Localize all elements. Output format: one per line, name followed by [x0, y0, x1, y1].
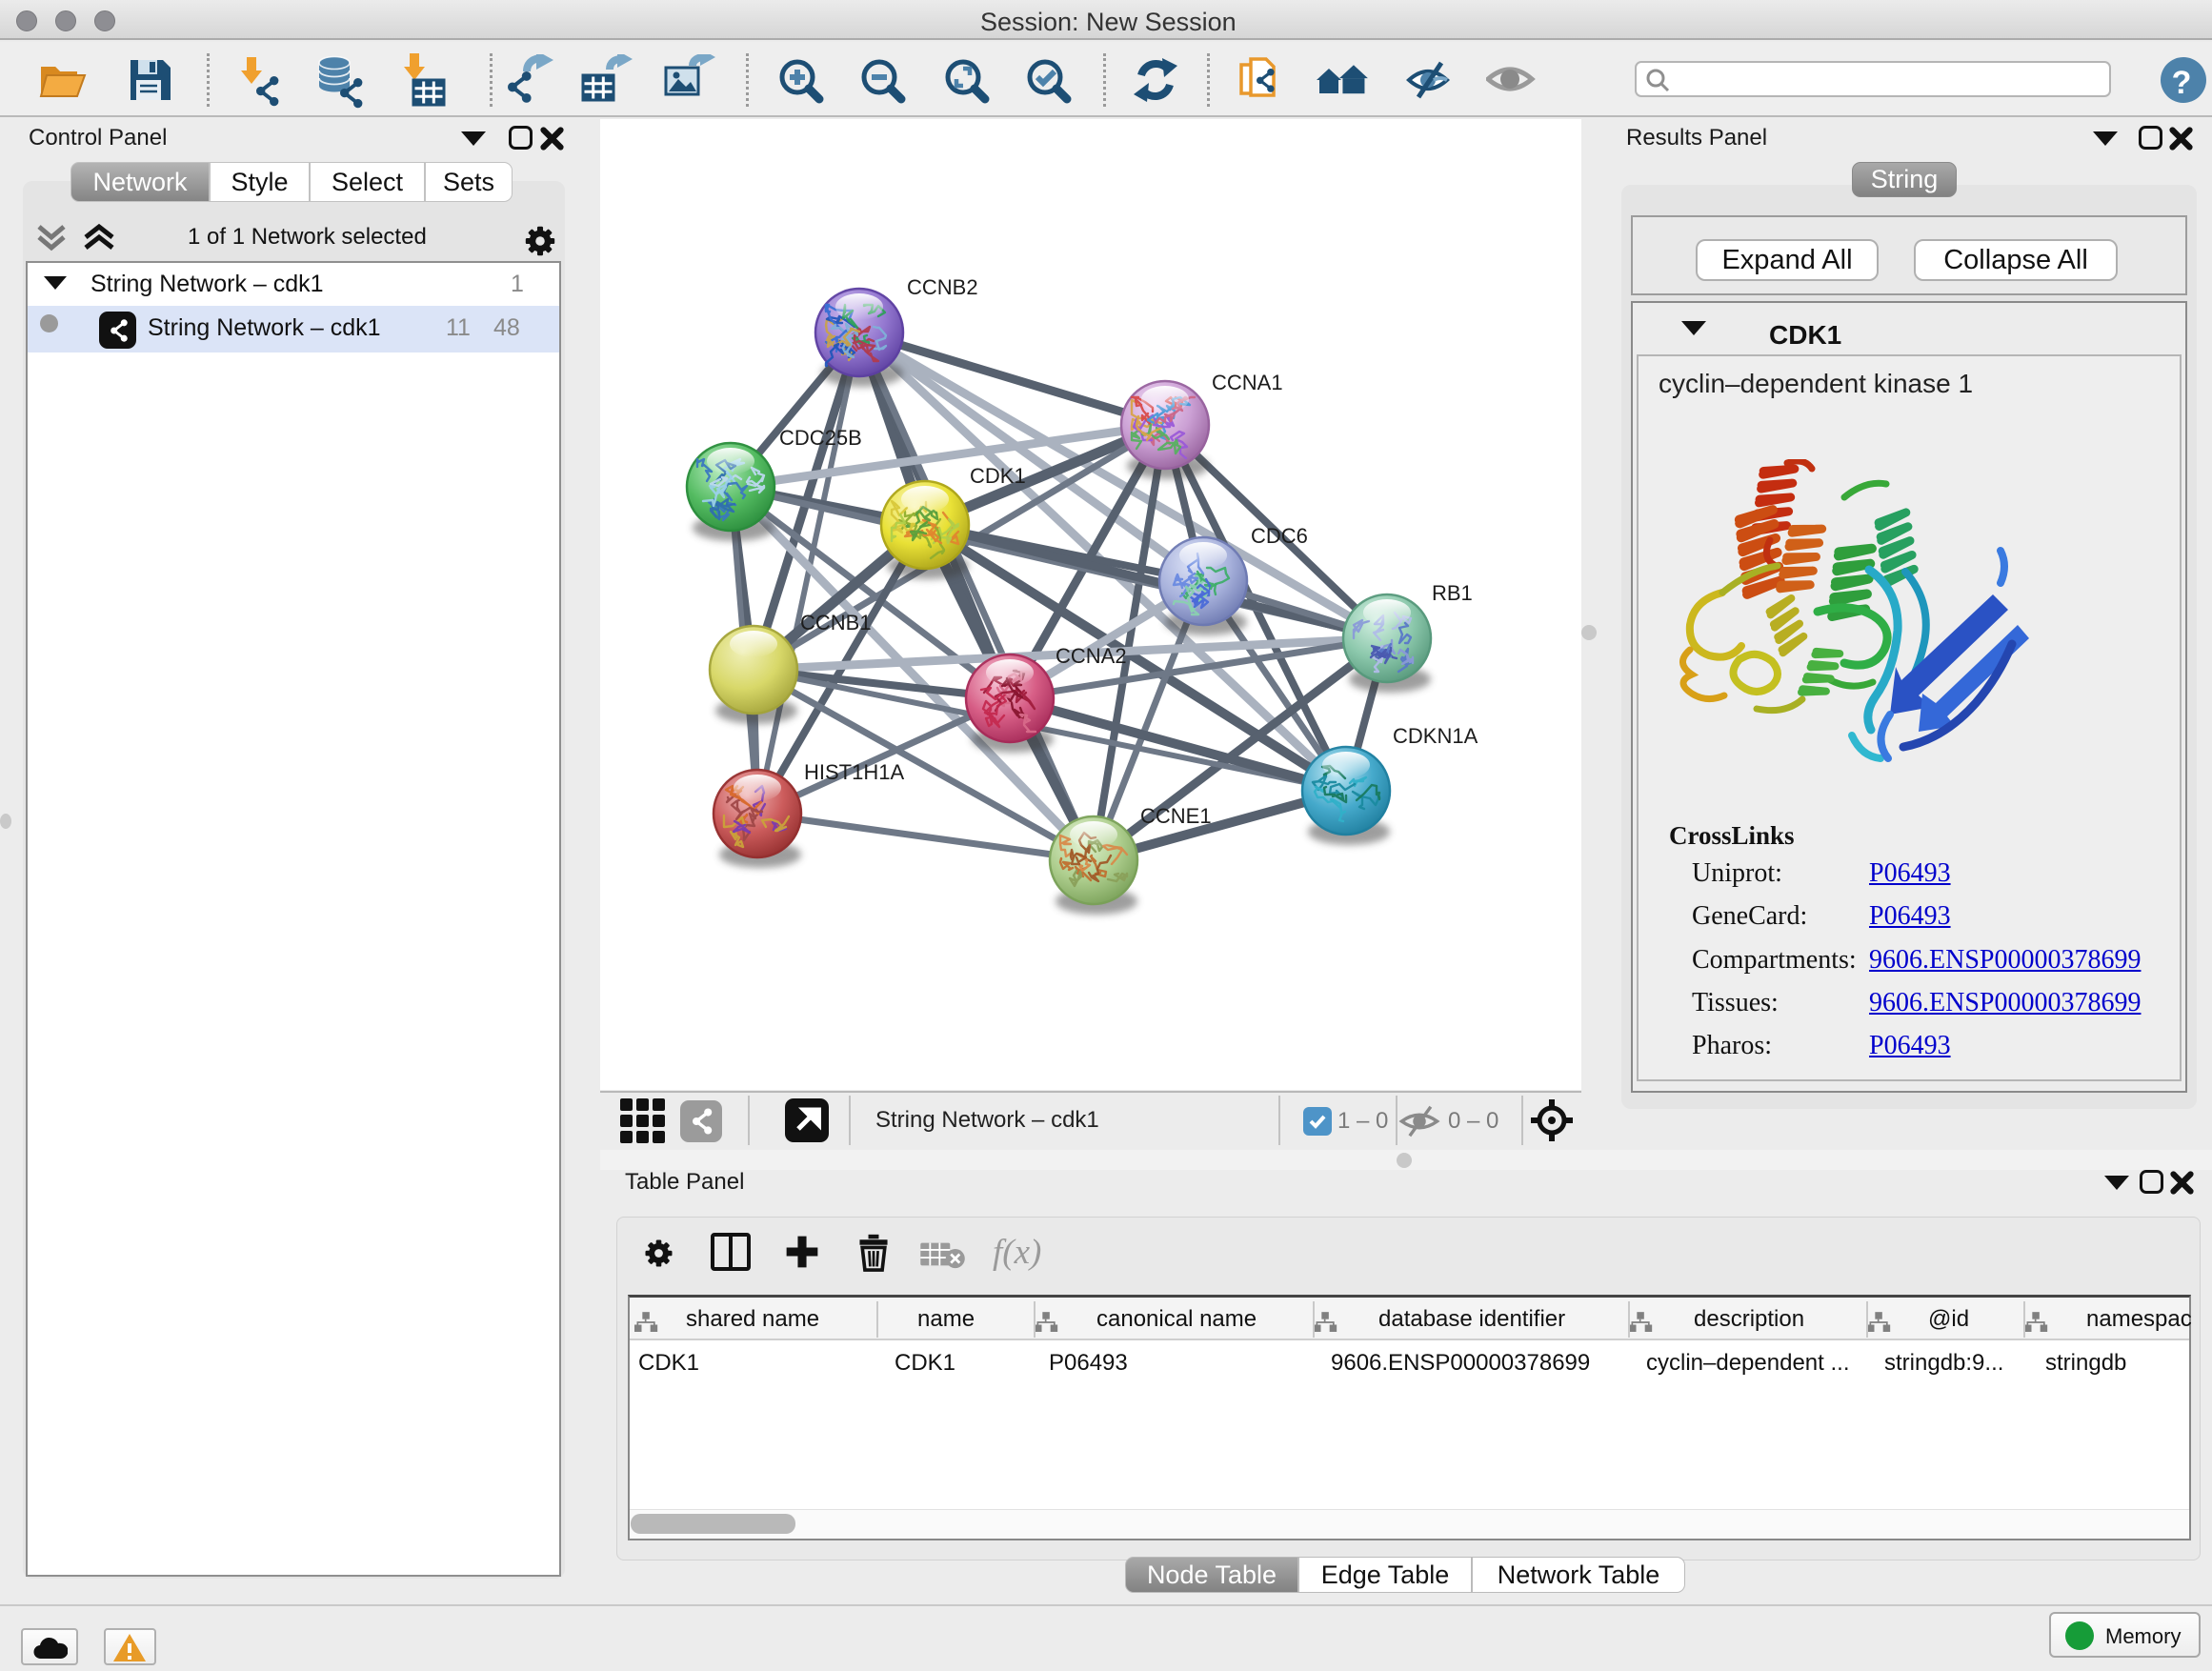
svg-text:CCNA2: CCNA2 — [1056, 644, 1127, 668]
svg-text:CDK1: CDK1 — [970, 464, 1026, 488]
svg-text:CDC6: CDC6 — [1251, 524, 1308, 548]
svg-text:CCNB2: CCNB2 — [907, 275, 978, 299]
svg-text:CDC25B: CDC25B — [779, 426, 862, 450]
svg-text:CCNA1: CCNA1 — [1212, 371, 1283, 394]
svg-text:CDKN1A: CDKN1A — [1393, 724, 1478, 748]
svg-text:CCNE1: CCNE1 — [1140, 804, 1212, 828]
svg-text:HIST1H1A: HIST1H1A — [804, 760, 904, 784]
svg-text:CCNB1: CCNB1 — [800, 611, 872, 634]
svg-text:RB1: RB1 — [1432, 581, 1473, 605]
